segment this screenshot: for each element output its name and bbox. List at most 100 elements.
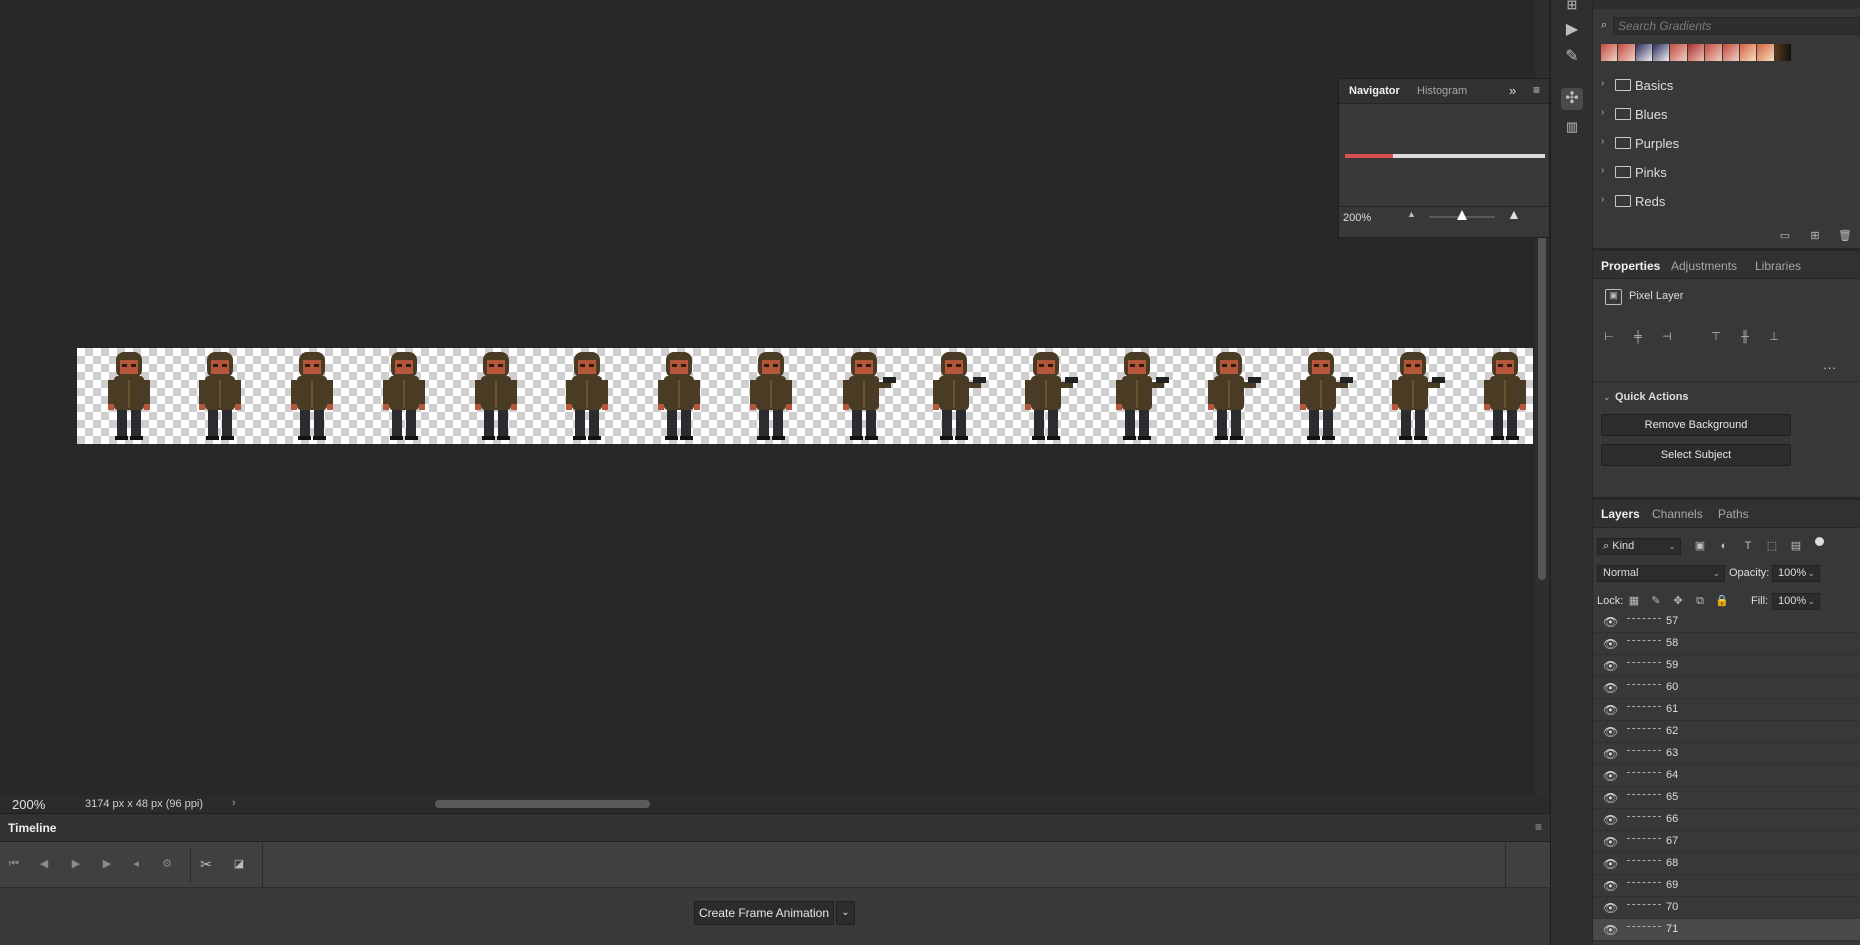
eye-icon[interactable]: 👁 bbox=[1603, 637, 1618, 651]
sprite-sheet-image[interactable] bbox=[77, 348, 1533, 444]
layer-row[interactable]: 👁 67 bbox=[1593, 831, 1860, 853]
layer-row[interactable]: 👁 61 bbox=[1593, 699, 1860, 721]
opacity-field[interactable]: 100% ⌄ bbox=[1772, 565, 1820, 582]
layer-row[interactable]: 👁 59 bbox=[1593, 655, 1860, 677]
navigator-view-box[interactable] bbox=[1345, 154, 1393, 158]
tab-histogram[interactable]: Histogram bbox=[1417, 85, 1467, 97]
eye-icon[interactable]: 👁 bbox=[1603, 703, 1618, 717]
filter-shape-icon[interactable]: ⬚ bbox=[1765, 539, 1779, 553]
chevron-right-icon[interactable]: › bbox=[1601, 107, 1604, 118]
align-top-icon[interactable]: ⊤ bbox=[1709, 330, 1723, 344]
fill-field[interactable]: 100% ⌄ bbox=[1772, 593, 1820, 610]
filter-type-icon[interactable]: T bbox=[1741, 539, 1755, 553]
document-canvas-area[interactable] bbox=[0, 0, 1533, 795]
remove-background-button[interactable]: Remove Background bbox=[1601, 414, 1791, 436]
chevron-right-icon[interactable]: › bbox=[1601, 194, 1604, 205]
lock-image-icon[interactable]: ✎ bbox=[1649, 594, 1663, 608]
chevron-right-icon[interactable]: › bbox=[1601, 136, 1604, 147]
eye-icon[interactable]: 👁 bbox=[1603, 681, 1618, 695]
tab-timeline[interactable]: Timeline bbox=[8, 821, 56, 835]
tab-adjustments[interactable]: Adjustments bbox=[1671, 259, 1737, 273]
eye-icon[interactable]: 👁 bbox=[1603, 835, 1618, 849]
horizontal-scroll-thumb[interactable] bbox=[435, 800, 650, 808]
layer-row[interactable]: 👁 58 bbox=[1593, 633, 1860, 655]
gradient-swatches[interactable] bbox=[1601, 44, 1791, 61]
eye-icon[interactable]: 👁 bbox=[1603, 879, 1618, 893]
layer-row[interactable]: 👁 57 bbox=[1593, 611, 1860, 633]
gradient-folder-reds[interactable]: › Reds bbox=[1593, 187, 1860, 216]
navigator-icon[interactable]: ✣ bbox=[1561, 88, 1583, 110]
layer-row[interactable]: 👁 65 bbox=[1593, 787, 1860, 809]
align-bottom-icon[interactable]: ⊥ bbox=[1767, 330, 1781, 344]
layer-row[interactable]: 👁 62 bbox=[1593, 721, 1860, 743]
zoom-in-icon[interactable]: ▲ bbox=[1507, 206, 1521, 222]
align-left-icon[interactable]: ⊢ bbox=[1602, 330, 1616, 344]
tab-channels[interactable]: Channels bbox=[1652, 507, 1703, 521]
trash-icon[interactable]: 🗑 bbox=[1838, 229, 1852, 243]
vertical-scroll-thumb[interactable] bbox=[1538, 230, 1546, 580]
eye-icon[interactable]: 👁 bbox=[1603, 901, 1618, 915]
align-middle-icon[interactable]: ╫ bbox=[1738, 330, 1752, 344]
audio-icon[interactable]: ◂ bbox=[128, 856, 144, 872]
new-gradient-icon[interactable]: ⊞ bbox=[1808, 229, 1822, 243]
eye-icon[interactable]: 👁 bbox=[1603, 769, 1618, 783]
history-icon[interactable]: ⊞ bbox=[1561, 0, 1583, 16]
scissors-icon[interactable]: ✂ bbox=[198, 856, 214, 872]
lock-transparent-icon[interactable]: ▦ bbox=[1627, 594, 1641, 608]
zoom-out-icon[interactable]: ▲ bbox=[1407, 209, 1416, 219]
filter-smart-object-icon[interactable]: ▤ bbox=[1789, 539, 1803, 553]
select-subject-button[interactable]: Select Subject bbox=[1601, 444, 1791, 466]
navigator-zoom-value[interactable]: 200% bbox=[1343, 212, 1371, 224]
layer-row[interactable]: 👁 63 bbox=[1593, 743, 1860, 765]
layer-row[interactable]: 👁 60 bbox=[1593, 677, 1860, 699]
previous-frame-icon[interactable]: ◀ bbox=[36, 856, 52, 872]
layer-row[interactable]: 👁 70 bbox=[1593, 897, 1860, 919]
eye-icon[interactable]: 👁 bbox=[1603, 791, 1618, 805]
chevron-down-icon[interactable]: ⌄ bbox=[836, 901, 855, 925]
gradient-folder-pinks[interactable]: › Pinks bbox=[1593, 158, 1860, 187]
blend-mode-dropdown[interactable]: Normal ⌄ bbox=[1597, 565, 1725, 582]
layer-row[interactable]: 👁 66 bbox=[1593, 809, 1860, 831]
next-frame-icon[interactable]: ▶ bbox=[99, 856, 115, 872]
play-icon[interactable]: ▶ bbox=[68, 856, 84, 872]
gradient-folder-basics[interactable]: › Basics bbox=[1593, 71, 1860, 100]
filter-toggle-icon[interactable] bbox=[1815, 537, 1824, 546]
filter-adjustment-icon[interactable]: ◐ bbox=[1717, 539, 1731, 553]
tab-properties[interactable]: Properties bbox=[1601, 259, 1660, 273]
actions-play-icon[interactable]: ▶ bbox=[1561, 19, 1583, 41]
zoom-readout[interactable]: 200% bbox=[12, 797, 45, 812]
gradient-folder-blues[interactable]: › Blues bbox=[1593, 100, 1860, 129]
lock-position-icon[interactable]: ✥ bbox=[1671, 594, 1685, 608]
transition-icon[interactable]: ◪ bbox=[231, 856, 247, 872]
comments-icon[interactable]: ✎ bbox=[1561, 46, 1583, 68]
eye-icon[interactable]: 👁 bbox=[1603, 747, 1618, 761]
create-frame-animation-button[interactable]: Create Frame Animation bbox=[694, 901, 834, 925]
eye-icon[interactable]: 👁 bbox=[1603, 725, 1618, 739]
zoom-slider-handle[interactable] bbox=[1457, 210, 1467, 220]
eye-icon[interactable]: 👁 bbox=[1603, 857, 1618, 871]
lock-artboard-icon[interactable]: ⧉ bbox=[1693, 594, 1707, 608]
gradients-search-input[interactable]: Search Gradients bbox=[1613, 17, 1860, 35]
histogram-icon[interactable]: ▥ bbox=[1561, 116, 1583, 138]
panel-menu-icon[interactable]: ≡ bbox=[1535, 820, 1542, 834]
layer-filter-dropdown[interactable]: ⌕ Kind ⌄ bbox=[1597, 538, 1681, 555]
panel-menu-icon[interactable]: ≡ bbox=[1533, 83, 1540, 97]
new-group-icon[interactable]: ▭ bbox=[1778, 229, 1792, 243]
eye-icon[interactable]: 👁 bbox=[1603, 813, 1618, 827]
tab-layers[interactable]: Layers bbox=[1601, 507, 1640, 521]
lock-all-icon[interactable]: 🔒 bbox=[1715, 594, 1729, 608]
gear-icon[interactable]: ⚙ bbox=[159, 856, 175, 872]
tab-navigator[interactable]: Navigator bbox=[1349, 85, 1400, 97]
layer-row[interactable]: 👁 68 bbox=[1593, 853, 1860, 875]
navigator-thumbnail[interactable] bbox=[1345, 154, 1545, 158]
layer-row[interactable]: 👁 71 bbox=[1593, 919, 1860, 941]
align-center-icon[interactable]: ╪ bbox=[1631, 330, 1645, 344]
chevron-right-icon[interactable]: › bbox=[1601, 165, 1604, 176]
eye-icon[interactable]: 👁 bbox=[1603, 615, 1618, 629]
layer-row[interactable]: 👁 64 bbox=[1593, 765, 1860, 787]
collapse-icon[interactable]: » bbox=[1509, 83, 1516, 98]
eye-icon[interactable]: 👁 bbox=[1603, 659, 1618, 673]
eye-icon[interactable]: 👁 bbox=[1603, 923, 1618, 937]
chevron-right-icon[interactable]: › bbox=[232, 797, 236, 809]
chevron-right-icon[interactable]: › bbox=[1601, 78, 1604, 89]
